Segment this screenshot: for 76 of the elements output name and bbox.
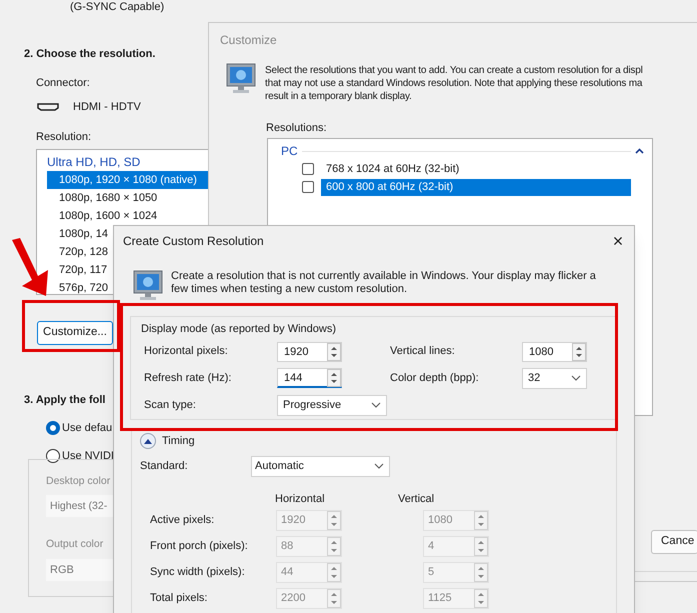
- hdmi-port-icon: [37, 103, 59, 112]
- spin-field: 1920: [276, 510, 342, 531]
- field-label: Horizontal pixels:: [143, 344, 228, 360]
- field-label: Refresh rate (Hz):: [143, 370, 232, 386]
- color-depth-dropdown[interactable]: Highest (32-: [46, 495, 113, 518]
- spin-arrows-icon: [474, 589, 488, 608]
- color-format-dropdown[interactable]: RGB: [46, 559, 113, 581]
- field-label: Front porch (pixels):: [150, 539, 249, 554]
- monitor-icon: [133, 270, 163, 302]
- spin-arrows-icon: [327, 369, 341, 387]
- section-heading: 2. Choose the resolution.: [24, 47, 156, 62]
- radio-button[interactable]: [46, 449, 60, 464]
- close-button[interactable]: ×: [608, 231, 628, 251]
- description-text: result in a temporary blank display.: [265, 90, 412, 103]
- field-label: Active pixels:: [150, 513, 216, 528]
- caption-text: (G-SYNC Capable): [70, 0, 164, 14]
- spin-field: 2200: [276, 588, 342, 609]
- column-header: Horizontal: [275, 492, 326, 506]
- field-label: Scan type:: [143, 398, 196, 413]
- spin-field: 44: [276, 562, 342, 583]
- spin-field[interactable]: 1080: [522, 342, 587, 362]
- dropdown[interactable]: 32: [522, 368, 587, 388]
- list-item[interactable]: 600 x 800 at 60Hz (32-bit): [321, 178, 631, 196]
- spin-arrows-icon: [327, 342, 341, 360]
- field-label: Sync width (pixels):: [150, 565, 246, 580]
- triangle-up-icon: [144, 438, 152, 444]
- collapse-button[interactable]: [140, 433, 156, 450]
- section-heading: 3. Apply the foll: [24, 393, 106, 408]
- spin-arrows-icon: [327, 511, 341, 530]
- group-header: PC: [281, 143, 298, 160]
- group-title: Display mode (as reported by Windows): [141, 322, 336, 337]
- spin-arrows-icon: [327, 589, 341, 608]
- spin-arrows-icon: [474, 537, 488, 556]
- field-label: Resolution:: [36, 130, 92, 144]
- column-header: Vertical: [398, 492, 434, 506]
- spin-field: 88: [276, 536, 342, 557]
- spin-field[interactable]: 1920: [277, 342, 342, 362]
- field-label: Connector:: [36, 76, 90, 90]
- dialog-title: Customize: [220, 32, 277, 49]
- chevron-down-icon: [373, 461, 385, 471]
- spin-field: 4: [423, 536, 489, 557]
- connector-value: HDMI - HDTV: [73, 100, 141, 115]
- field-label: Color depth (bpp):: [389, 370, 479, 386]
- spin-arrows-icon: [327, 537, 341, 556]
- checkbox[interactable]: [302, 163, 314, 175]
- field-label: Desktop color: [46, 474, 110, 488]
- field-label: Resolutions:: [266, 121, 327, 136]
- spin-field: 5: [423, 562, 489, 583]
- field-label: Total pixels:: [150, 591, 208, 606]
- chevron-down-icon: [370, 400, 382, 410]
- description-text: that may not use a standard Windows resolution. Note that applying these resolutions ma: [265, 77, 642, 90]
- monitor-icon: [226, 63, 256, 95]
- group-header: Ultra HD, HD, SD: [47, 154, 140, 171]
- spin-arrows-icon: [327, 563, 341, 582]
- spin-arrows-icon: [474, 511, 488, 530]
- description-text: Select the resolutions that you want to add. You can create a custom resolution for a displ: [265, 64, 643, 77]
- field-label: Output color: [46, 537, 104, 552]
- chevron-down-icon: [570, 373, 582, 383]
- chevron-up-icon: [635, 148, 644, 154]
- group-title: Timing: [162, 434, 195, 449]
- dropdown[interactable]: Automatic: [251, 456, 390, 476]
- spin-arrows-icon: [474, 563, 488, 582]
- cancel-button[interactable]: Cance: [651, 530, 697, 554]
- field-label: Vertical lines:: [389, 344, 455, 360]
- field-label: Standard:: [140, 458, 189, 474]
- radio-button[interactable]: [46, 420, 60, 435]
- list-item[interactable]: 768 x 1024 at 60Hz (32-bit): [321, 160, 631, 178]
- dropdown[interactable]: Progressive: [277, 394, 387, 416]
- checkbox[interactable]: [302, 181, 314, 193]
- spin-field: 1080: [423, 510, 489, 531]
- spin-field: 1125: [423, 588, 489, 609]
- radio-label: Use NVIDI: [62, 449, 114, 464]
- spin-arrows-icon: [572, 342, 586, 360]
- radio-label: Use defau: [62, 420, 112, 436]
- customize-button[interactable]: Customize...: [37, 321, 113, 345]
- spin-field[interactable]: 144: [277, 368, 342, 388]
